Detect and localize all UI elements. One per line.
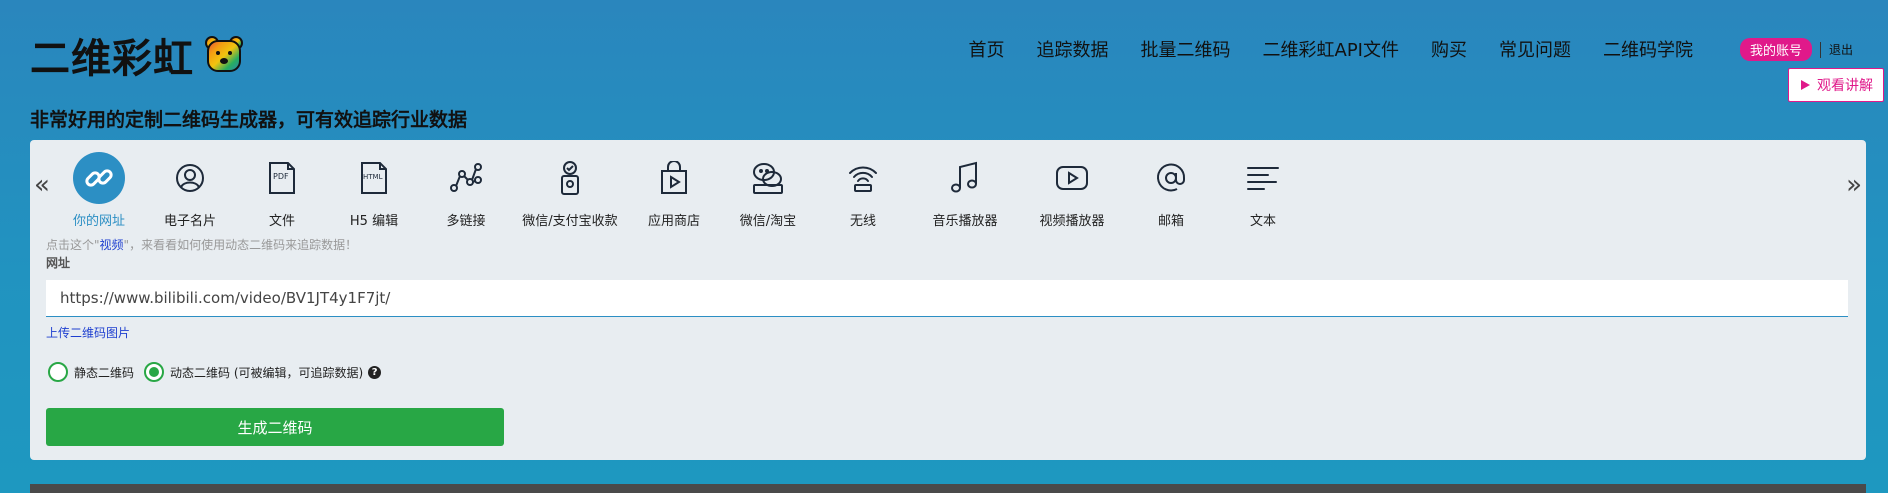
multilink-icon	[440, 152, 492, 204]
music-icon	[939, 152, 991, 204]
watch-video-button[interactable]: 观看讲解	[1788, 68, 1884, 102]
help-icon[interactable]: ?	[368, 365, 382, 379]
type-multilink-label: 多链接	[446, 214, 486, 229]
type-wifi-label: 无线	[849, 214, 876, 229]
type-file-label: 文件	[268, 214, 295, 229]
text-icon	[1237, 152, 1289, 204]
type-email[interactable]: 邮箱	[1124, 152, 1218, 229]
link-icon	[73, 152, 125, 204]
dynamic-qr-radio[interactable]	[144, 362, 165, 382]
type-app-store[interactable]: 应用商店	[628, 152, 720, 229]
app-store-icon	[648, 152, 700, 204]
qr-mode-radios: 静态二维码 动态二维码 (可被编辑，可追踪数据) ?	[48, 362, 391, 382]
nav-faq[interactable]: 常见问题	[1499, 36, 1571, 62]
payment-icon	[544, 152, 596, 204]
type-wechat[interactable]: 微信/淘宝	[720, 152, 816, 229]
page-tagline: 非常好用的定制二维码生成器，可有效追踪行业数据	[30, 109, 468, 131]
generate-qr-button[interactable]: 生成二维码	[46, 408, 504, 446]
rainbow-bear-icon	[205, 36, 243, 72]
hint-video-link[interactable]: 视频	[100, 238, 124, 252]
account-divider	[1820, 41, 1822, 58]
nav-api[interactable]: 二维彩虹API文件	[1263, 36, 1399, 62]
user-icon	[164, 152, 216, 204]
type-multilink[interactable]: 多链接	[420, 152, 512, 229]
static-qr-radio[interactable]	[48, 362, 68, 382]
nav-batch[interactable]: 批量二维码	[1141, 36, 1231, 62]
dynamic-qr-option[interactable]: 动态二维码 (可被编辑，可追踪数据) ?	[144, 362, 382, 382]
type-video[interactable]: 视频播放器	[1020, 152, 1124, 229]
hint-suffix: "，来看看如何使用动态二维码来追踪数据！	[123, 238, 358, 252]
type-music-label: 音乐播放器	[932, 214, 998, 229]
nav-home[interactable]: 首页	[969, 36, 1005, 62]
url-field-label: 网址	[46, 256, 71, 270]
html-icon: HTML	[348, 152, 400, 204]
type-video-label: 视频播放器	[1039, 214, 1105, 229]
account-area: 我的账号 退出	[1740, 38, 1853, 61]
type-file[interactable]: PDF 文件	[236, 152, 328, 229]
type-h5[interactable]: HTML H5 编辑	[328, 152, 420, 229]
type-h5-label: H5 编辑	[349, 214, 399, 229]
static-qr-option[interactable]: 静态二维码	[48, 362, 134, 382]
nav-buy[interactable]: 购买	[1431, 36, 1467, 62]
bottom-section-edge	[30, 484, 1866, 493]
scroll-right-icon[interactable]: »	[1846, 170, 1862, 200]
watch-video-label: 观看讲解	[1817, 78, 1873, 94]
static-qr-label: 静态二维码	[74, 365, 135, 380]
type-email-label: 邮箱	[1157, 214, 1184, 229]
url-input[interactable]	[46, 280, 1848, 317]
logo[interactable]: 二维彩虹	[30, 26, 244, 84]
pdf-icon: PDF	[256, 152, 308, 204]
wifi-icon	[837, 152, 889, 204]
nav-tracking[interactable]: 追踪数据	[1037, 36, 1109, 62]
type-text-label: 文本	[1249, 214, 1276, 229]
email-icon	[1145, 152, 1197, 204]
hint-prefix: 点击这个"	[46, 238, 100, 252]
type-text[interactable]: 文本	[1218, 152, 1308, 229]
svg-text:HTML: HTML	[363, 173, 383, 181]
logo-text: 二维彩虹	[30, 36, 194, 82]
type-url[interactable]: 你的网址	[54, 152, 144, 229]
qr-type-list: 你的网址 电子名片 PDF 文件 HTML H5 编辑 多链接 微信/支付宝收款…	[54, 152, 1308, 229]
type-music[interactable]: 音乐播放器	[910, 152, 1020, 229]
dynamic-qr-label: 动态二维码 (可被编辑，可追踪数据)	[170, 365, 364, 380]
svg-text:PDF: PDF	[273, 172, 289, 181]
wechat-icon	[742, 152, 794, 204]
type-vcard[interactable]: 电子名片	[144, 152, 236, 229]
type-wifi[interactable]: 无线	[816, 152, 910, 229]
upload-qr-link[interactable]: 上传二维码图片	[46, 324, 130, 341]
nav-academy[interactable]: 二维码学院	[1603, 36, 1693, 62]
type-wechat-label: 微信/淘宝	[739, 214, 797, 229]
my-account-button[interactable]: 我的账号	[1740, 38, 1813, 61]
generator-panel: « » 你的网址 电子名片 PDF 文件 HTML H5 编辑 多链接 微信/支…	[30, 140, 1866, 460]
scroll-left-icon[interactable]: «	[34, 170, 50, 200]
play-icon	[1801, 80, 1810, 90]
main-nav: 首页 追踪数据 批量二维码 二维彩虹API文件 购买 常见问题 二维码学院	[937, 36, 1693, 62]
type-app-store-label: 应用商店	[647, 214, 700, 229]
logout-link[interactable]: 退出	[1829, 41, 1853, 58]
type-url-label: 你的网址	[72, 214, 125, 229]
video-hint: 点击这个"视频"，来看看如何使用动态二维码来追踪数据！	[46, 236, 357, 253]
type-payment-label: 微信/支付宝收款	[522, 214, 618, 229]
type-vcard-label: 电子名片	[163, 214, 216, 229]
type-payment[interactable]: 微信/支付宝收款	[512, 152, 628, 229]
video-icon	[1046, 152, 1098, 204]
